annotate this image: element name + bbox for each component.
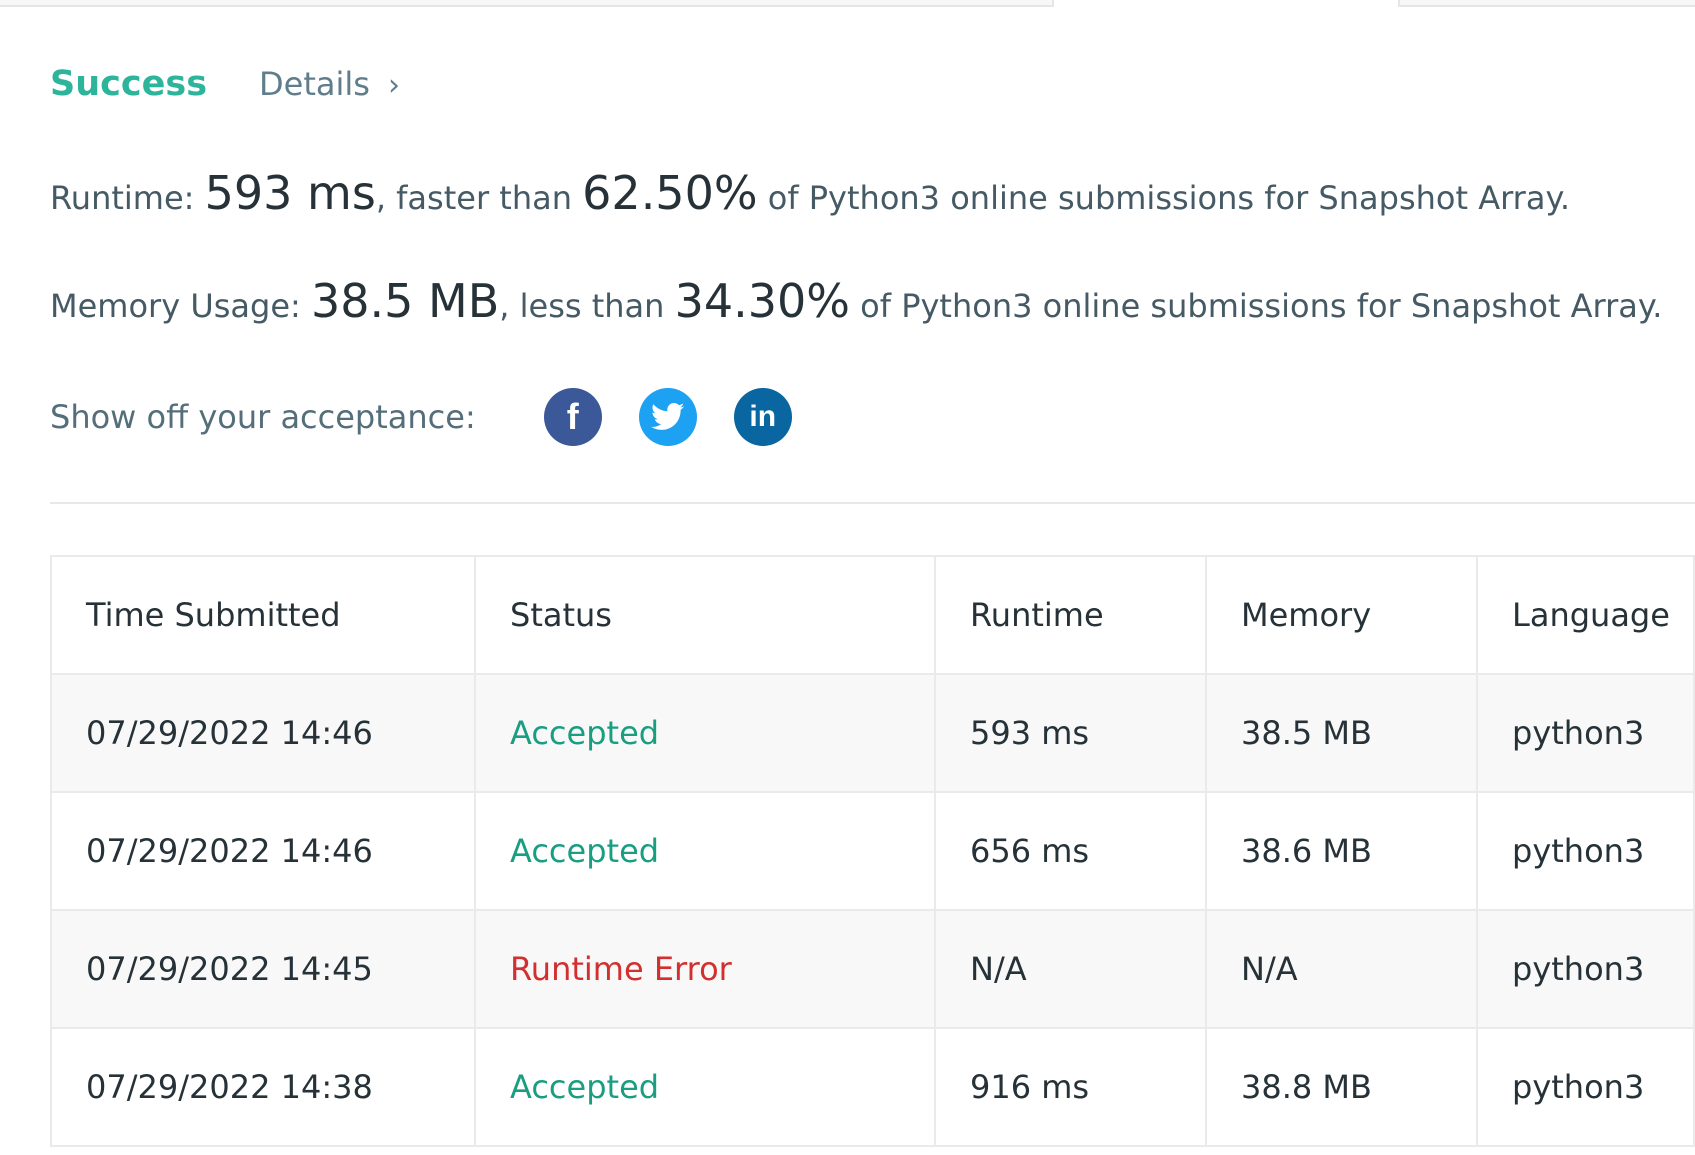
cell-status-link[interactable]: Runtime Error	[474, 909, 936, 1029]
runtime-mid: , faster than	[375, 179, 583, 217]
result-header: Success Details ›	[50, 64, 400, 104]
runtime-prefix: Runtime:	[50, 179, 205, 217]
cell-memory: N/A	[1205, 909, 1478, 1029]
table-header-row: Time Submitted Status Runtime Memory Lan…	[50, 555, 1695, 675]
top-tab-strip	[0, 0, 1695, 8]
runtime-value: 593 ms	[204, 166, 376, 220]
cell-time-submitted: 07/29/2022 14:45	[50, 909, 476, 1029]
linkedin-glyph: in	[749, 400, 777, 433]
share-label: Show off your acceptance:	[50, 398, 476, 436]
result-status-label: Success	[50, 64, 208, 104]
cell-memory: 38.6 MB	[1205, 791, 1478, 911]
table-row: 07/29/2022 14:38 Accepted 916 ms 38.8 MB…	[50, 1027, 1695, 1147]
memory-percentile: 34.30%	[674, 274, 850, 328]
details-link[interactable]: Details ›	[259, 65, 400, 103]
memory-mid: , less than	[499, 287, 675, 325]
runtime-percentile: 62.50%	[582, 166, 758, 220]
cell-language: python3	[1476, 673, 1695, 793]
cell-status-link[interactable]: Accepted	[474, 791, 936, 911]
cell-runtime: 656 ms	[934, 791, 1207, 911]
table-row: 07/29/2022 14:46 Accepted 593 ms 38.5 MB…	[50, 673, 1695, 793]
cell-runtime: N/A	[934, 909, 1207, 1029]
cell-time-submitted: 07/29/2022 14:46	[50, 791, 476, 911]
cell-status-link[interactable]: Accepted	[474, 673, 936, 793]
column-header-status[interactable]: Status	[474, 555, 936, 675]
cell-language: python3	[1476, 1027, 1695, 1147]
twitter-bird-glyph	[650, 403, 684, 430]
memory-value: 38.5 MB	[310, 274, 500, 328]
runtime-summary: Runtime: 593 ms, faster than 62.50% of P…	[50, 166, 1570, 220]
facebook-icon[interactable]: f	[543, 388, 602, 446]
memory-suffix: of Python3 online submissions for Snapsh…	[850, 287, 1663, 325]
table-row: 07/29/2022 14:46 Accepted 656 ms 38.6 MB…	[50, 791, 1695, 911]
tab-active[interactable]	[1054, 0, 1398, 7]
section-divider	[50, 502, 1695, 504]
details-label: Details	[259, 65, 370, 103]
cell-status-link[interactable]: Accepted	[474, 1027, 936, 1147]
tab-inactive-right[interactable]	[1398, 0, 1695, 7]
cell-memory: 38.8 MB	[1205, 1027, 1478, 1147]
column-header-memory[interactable]: Memory	[1205, 555, 1478, 675]
linkedin-icon[interactable]: in	[733, 388, 792, 446]
tab-inactive-left[interactable]	[0, 0, 1054, 7]
memory-summary: Memory Usage: 38.5 MB, less than 34.30% …	[50, 274, 1662, 328]
cell-language: python3	[1476, 909, 1695, 1029]
share-row: Show off your acceptance: f in	[50, 388, 792, 446]
cell-time-submitted: 07/29/2022 14:46	[50, 673, 476, 793]
twitter-icon[interactable]	[638, 388, 697, 446]
cell-time-submitted: 07/29/2022 14:38	[50, 1027, 476, 1147]
cell-language: python3	[1476, 791, 1695, 911]
column-header-runtime[interactable]: Runtime	[934, 555, 1207, 675]
cell-memory: 38.5 MB	[1205, 673, 1478, 793]
cell-runtime: 916 ms	[934, 1027, 1207, 1147]
table-row: 07/29/2022 14:45 Runtime Error N/A N/A p…	[50, 909, 1695, 1029]
chevron-right-icon: ›	[387, 68, 400, 103]
runtime-suffix: of Python3 online submissions for Snapsh…	[757, 179, 1570, 217]
facebook-glyph: f	[566, 396, 579, 437]
memory-prefix: Memory Usage:	[50, 287, 311, 325]
submissions-table: Time Submitted Status Runtime Memory Lan…	[50, 555, 1695, 1147]
column-header-language[interactable]: Language	[1476, 555, 1695, 675]
column-header-time-submitted[interactable]: Time Submitted	[50, 555, 476, 675]
cell-runtime: 593 ms	[934, 673, 1207, 793]
